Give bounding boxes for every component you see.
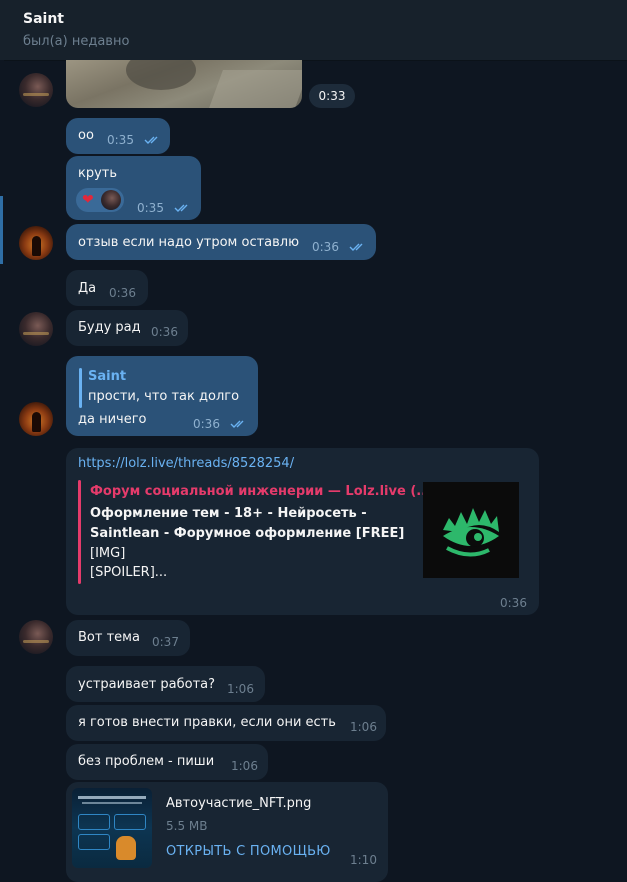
message-time: 0:35: [107, 133, 134, 147]
reply-quote-bar: [79, 368, 82, 408]
message-text: без проблем - пиши: [78, 754, 215, 769]
reply-sender-name[interactable]: Saint: [88, 369, 126, 384]
message-bubble[interactable]: отзыв если надо утром оставлю 0:36: [66, 224, 376, 260]
read-checkmarks-icon: [230, 420, 244, 428]
message-text: Буду рад: [78, 320, 141, 335]
avatar[interactable]: [19, 620, 53, 654]
link-preview-bar: [78, 480, 81, 584]
message-time: 0:36: [193, 417, 220, 431]
message-time: 1:06: [231, 759, 258, 773]
message-link[interactable]: https://lolz.live/threads/8528254/: [78, 456, 294, 471]
message-text: круть: [78, 166, 118, 181]
link-preview-text: [IMG]: [90, 546, 126, 561]
message-time: 0:36: [500, 596, 527, 610]
read-checkmarks-icon: [144, 136, 158, 144]
avatar[interactable]: [19, 226, 53, 260]
heart-icon: ❤: [82, 192, 94, 208]
message-bubble[interactable]: Буду рад 0:36: [66, 310, 188, 346]
read-checkmarks-icon: [349, 243, 363, 251]
link-preview-site[interactable]: Форум социальной инженерии — Lolz.live (…: [90, 484, 431, 499]
message-time: 1:06: [227, 682, 254, 696]
reply-quote-text[interactable]: прости, что так долго: [88, 389, 239, 404]
link-preview-image[interactable]: [423, 482, 519, 578]
message-bubble[interactable]: оо 0:35: [66, 118, 170, 154]
message-text: оо: [78, 128, 94, 143]
message-time: 1:10: [350, 853, 377, 867]
message-time: 0:36: [312, 240, 339, 254]
message-text: устраивает работа?: [78, 677, 216, 692]
link-message-bubble[interactable]: https://lolz.live/threads/8528254/ Форум…: [66, 448, 539, 615]
avatar[interactable]: [19, 312, 53, 346]
message-text: Да: [78, 281, 97, 296]
message-time: 0:37: [152, 635, 179, 649]
message-time: 1:06: [350, 720, 377, 734]
message-time: 0:35: [137, 201, 164, 215]
last-seen-status: был(а) недавно: [23, 34, 130, 49]
chat-title[interactable]: Saint: [23, 11, 64, 27]
avatar[interactable]: [19, 402, 53, 436]
message-bubble[interactable]: Saint прости, что так долго да ничего 0:…: [66, 356, 258, 436]
message-text: Вот тема: [78, 630, 140, 645]
eye-logo-icon: [443, 508, 499, 557]
avatar[interactable]: [19, 73, 53, 107]
message-time: 0:36: [109, 286, 136, 300]
message-bubble[interactable]: я готов внести правки, если они есть 1:0…: [66, 705, 386, 741]
message-bubble[interactable]: устраивает работа? 1:06: [66, 666, 265, 702]
message-text: отзыв если надо утром оставлю: [78, 235, 300, 250]
message-bubble[interactable]: Вот тема 0:37: [66, 620, 190, 656]
reaction-chip[interactable]: ❤: [76, 188, 124, 212]
link-preview-text: [SPOILER]...: [90, 565, 168, 580]
message-bubble[interactable]: круть ❤ 0:35: [66, 156, 201, 220]
file-thumbnail[interactable]: [72, 788, 152, 868]
reactor-avatar: [101, 190, 121, 210]
chat-header[interactable]: Saint был(а) недавно: [0, 0, 627, 61]
message-text: я готов внести правки, если они есть: [78, 715, 336, 730]
link-preview-title: Saintlean - Форумное оформление [FREE]: [90, 526, 405, 541]
message-text: да ничего: [78, 412, 147, 427]
file-message-bubble[interactable]: Автоучастие_NFT.png 5.5 MB ОТКРЫТЬ С ПОМ…: [66, 782, 388, 882]
file-size: 5.5 MB: [166, 819, 208, 833]
read-checkmarks-icon: [174, 204, 188, 212]
photo-timestamp: 0:33: [309, 84, 355, 108]
scroll-indicator[interactable]: [0, 196, 3, 264]
message-time: 0:36: [151, 325, 178, 339]
message-bubble[interactable]: без проблем - пиши 1:06: [66, 744, 268, 780]
message-bubble[interactable]: Да 0:36: [66, 270, 148, 306]
photo-message[interactable]: [66, 60, 302, 108]
open-with-button[interactable]: ОТКРЫТЬ С ПОМОЩЬЮ: [166, 844, 331, 859]
chat-list-edge: [0, 60, 4, 868]
file-name[interactable]: Автоучастие_NFT.png: [166, 796, 311, 811]
link-preview-title: Оформление тем - 18+ - Нейросеть -: [90, 506, 367, 521]
